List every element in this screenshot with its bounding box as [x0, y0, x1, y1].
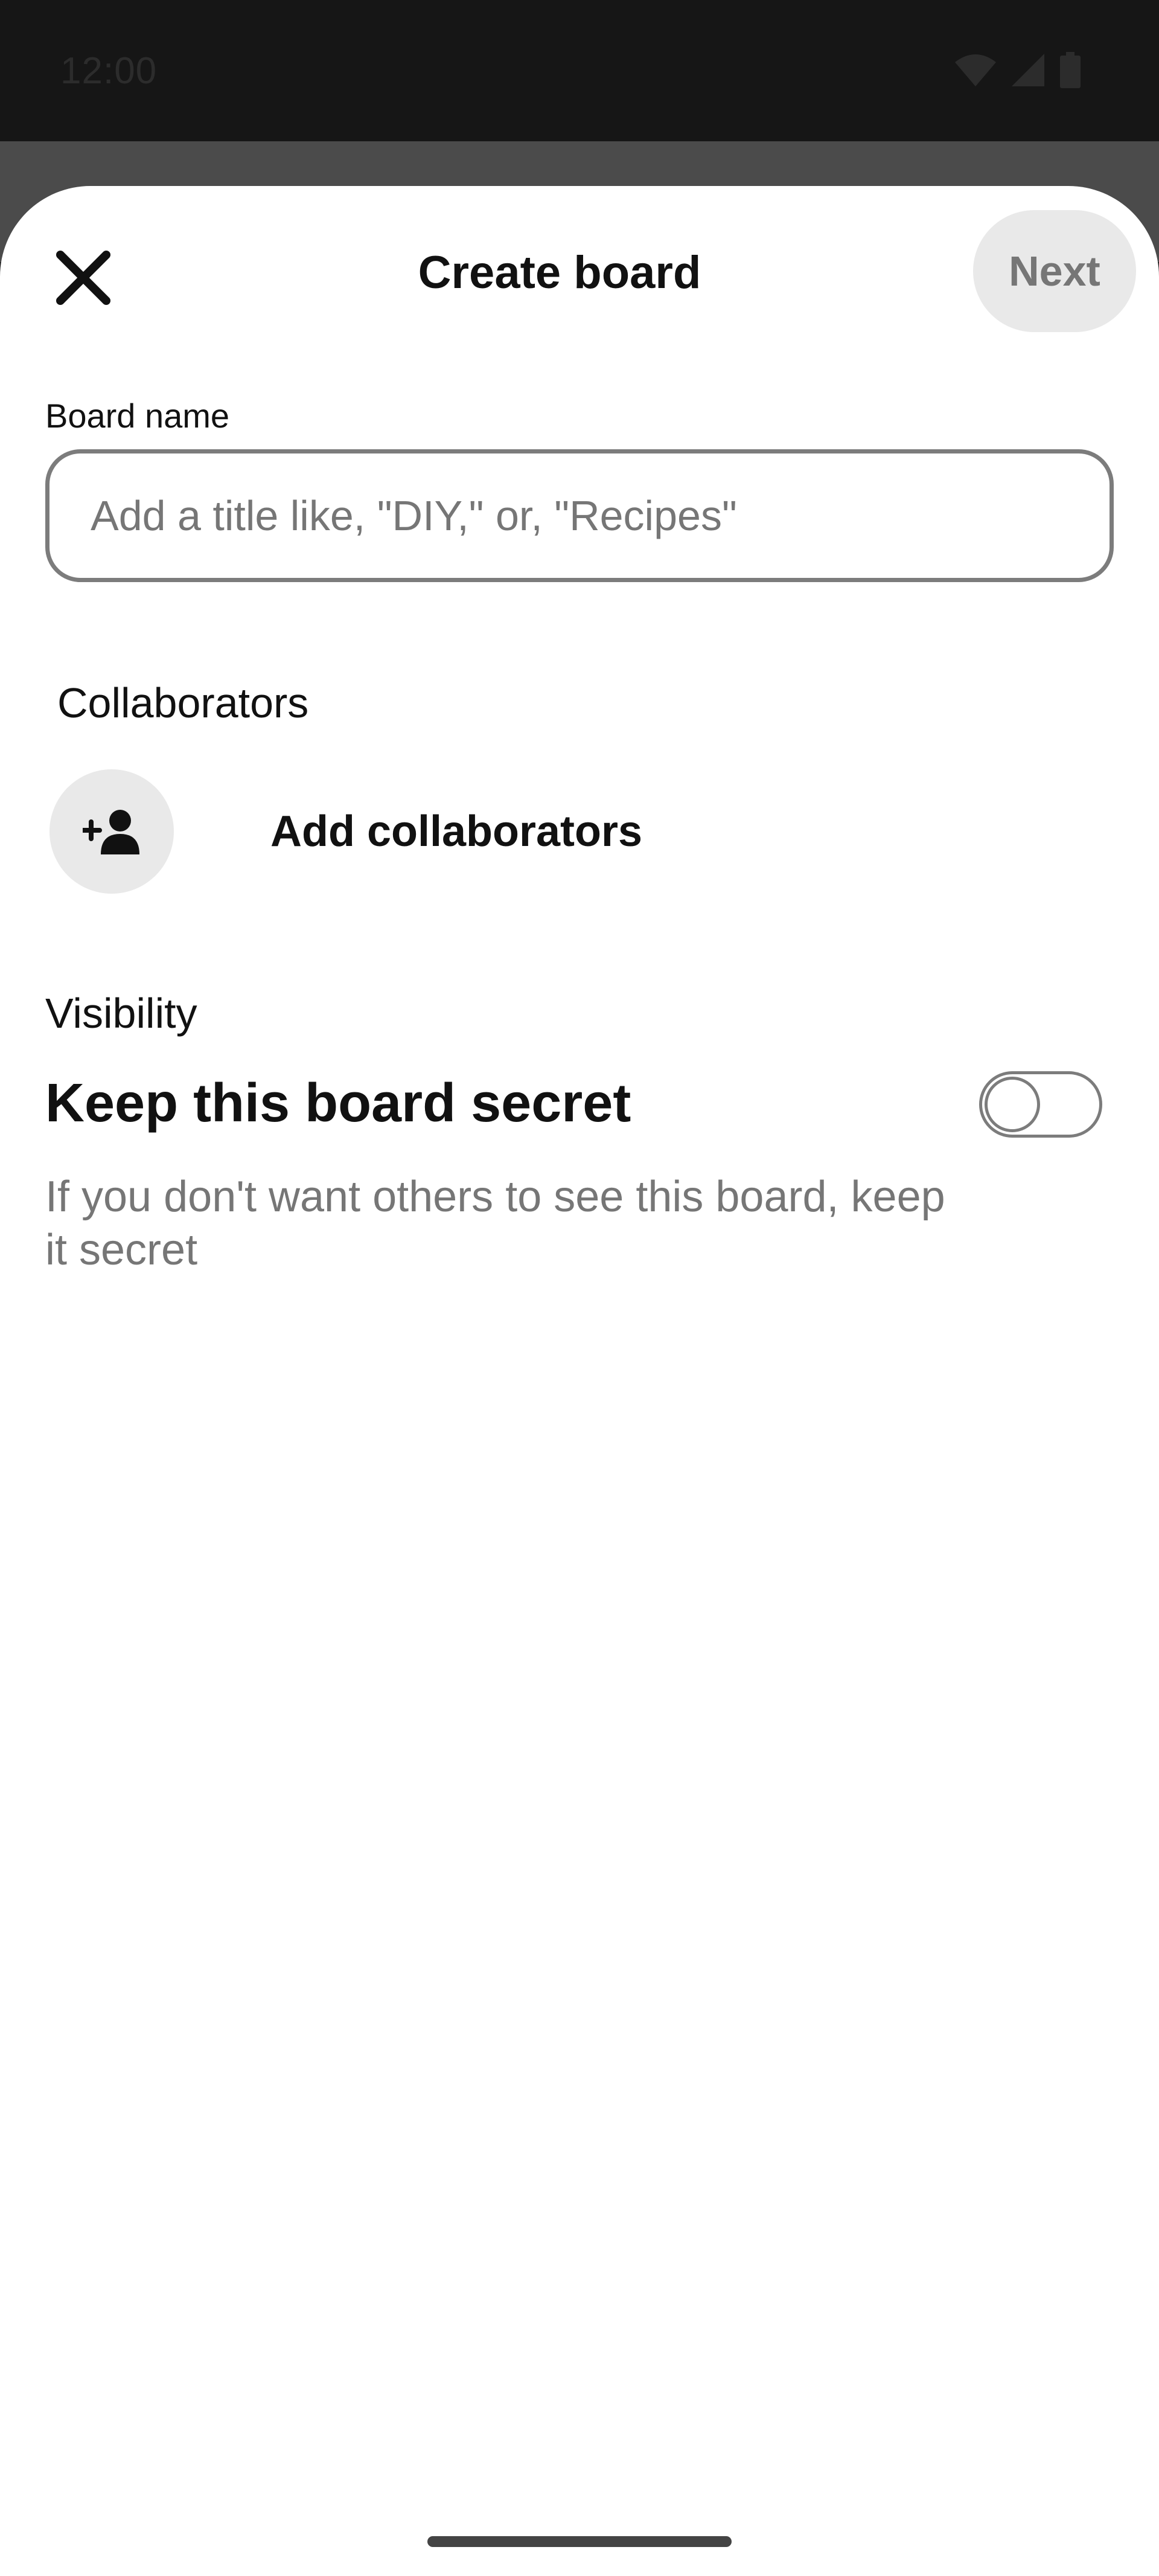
- collaborators-section-label: Collaborators: [57, 679, 309, 726]
- next-button[interactable]: Next: [973, 210, 1136, 332]
- sheet-title: Create board: [418, 247, 701, 298]
- visibility-section-label: Visibility: [45, 990, 197, 1037]
- add-person-icon: [83, 810, 139, 854]
- home-indicator[interactable]: [427, 2536, 732, 2547]
- screen: 12:00 Create board Next Board name Colla…: [0, 0, 1159, 2576]
- signal-icon: [1012, 54, 1044, 86]
- secret-toggle[interactable]: [979, 1071, 1102, 1138]
- status-icons: [955, 52, 1081, 88]
- board-name-input[interactable]: [45, 449, 1114, 582]
- status-bar: 12:00: [0, 0, 1159, 141]
- add-collaborators-button[interactable]: Add collaborators: [49, 768, 1112, 895]
- add-collaborators-label: Add collaborators: [270, 807, 643, 856]
- secret-toggle-knob: [985, 1077, 1040, 1132]
- status-time: 12:00: [60, 50, 158, 92]
- secret-toggle-description: If you don't want others to see this boa…: [45, 1173, 945, 1274]
- wifi-icon: [955, 54, 996, 86]
- battery-icon: [1060, 52, 1081, 88]
- create-board-sheet: Create board Next Board name Collaborato…: [0, 186, 1159, 2576]
- collaborator-avatar: [49, 769, 174, 894]
- secret-toggle-title: Keep this board secret: [45, 1073, 631, 1133]
- board-name-label: Board name: [45, 397, 230, 435]
